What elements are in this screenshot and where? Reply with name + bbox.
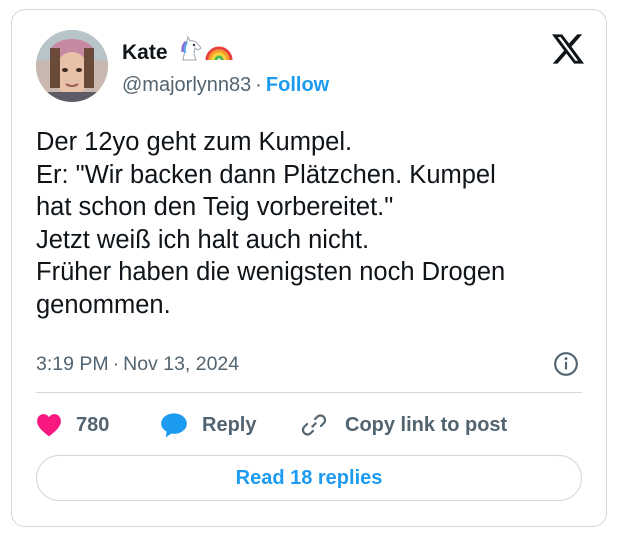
post-card: Kate @majorlynn83 · Follow Der 12yo geht z… [11,9,607,527]
unicorn-emoji [181,34,202,61]
copy-link-button[interactable]: Copy link to post [301,410,507,440]
follow-button[interactable]: Follow [266,74,329,96]
rainbow-emoji [205,46,233,61]
tweet-line: Früher haben die wenigsten noch Drogen [36,258,506,286]
divider [36,392,582,393]
reply-label: Reply [202,413,257,436]
reply-bubble-icon [161,413,187,438]
handle[interactable]: @majorlynn83 [122,74,251,96]
post-time: 3:19 PM [36,353,109,375]
copy-link-label: Copy link to post [345,413,508,436]
timestamp[interactable]: 3:19 PM · Nov 13, 2024 [36,352,239,376]
like-button[interactable]: 780 [36,410,109,440]
tweet-line: genommen. [36,290,171,319]
heart-icon [37,414,61,437]
tweet-text: Der 12yo geht zum Kumpel. Er: "Wir backe… [36,126,596,321]
like-count: 780 [76,413,110,436]
read-replies-button[interactable]: Read 18 replies [36,455,582,501]
reply-button[interactable]: Reply [160,410,256,440]
post-date: Nov 13, 2024 [123,353,240,375]
tweet-line: Jetzt weiß ich halt auch nicht. [36,225,370,254]
avatar[interactable] [36,30,108,102]
separator-dot: · [255,74,262,96]
tweet-line: Er: "Wir backen dann Plätzchen. Kumpel [36,160,496,189]
display-name[interactable]: Kate [122,41,168,65]
separator-dot: · [112,353,120,375]
info-icon[interactable] [553,351,579,377]
x-logo-icon[interactable] [552,34,584,64]
tweet-line: hat schon den Teig vorbereitet." [36,193,394,221]
tweet-line: Der 12yo geht zum Kumpel. [36,128,353,156]
link-icon [301,414,327,436]
handle-row: @majorlynn83 · Follow [122,73,329,97]
